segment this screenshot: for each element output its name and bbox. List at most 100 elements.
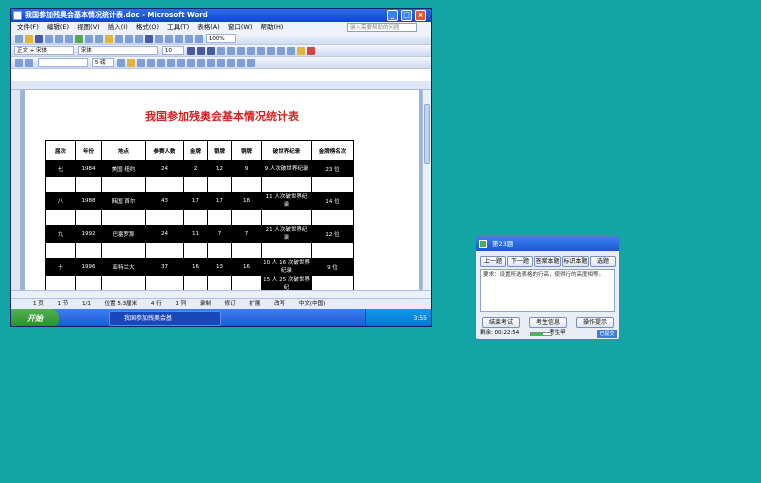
table-cell[interactable]: 9 位	[311, 258, 354, 276]
table-cell[interactable]	[145, 209, 184, 226]
table-cell[interactable]: 16	[183, 258, 208, 276]
status-record[interactable]: 录制	[200, 301, 211, 307]
mark-question-button[interactable]: 标识本题	[562, 256, 589, 267]
table-cell[interactable]: 24	[145, 160, 184, 177]
show-hide-icon[interactable]	[195, 35, 203, 43]
table-cell[interactable]	[231, 242, 262, 259]
table-header-cell[interactable]: 金牌榜名次	[311, 140, 354, 161]
answer-question-button[interactable]: 答案本题	[534, 256, 561, 267]
sort-ascending-icon[interactable]	[226, 59, 235, 67]
table-row[interactable]: 七 1984 美国 纽约 24 2 12 9 9 人次破世界纪录 23 位	[45, 160, 354, 177]
print-preview-icon[interactable]	[65, 35, 73, 43]
sort-descending-icon[interactable]	[236, 59, 245, 67]
justify-icon[interactable]	[266, 47, 275, 55]
insert-table-icon[interactable]	[165, 35, 173, 43]
table-cell[interactable]: 7	[207, 225, 232, 243]
split-cells-icon[interactable]	[166, 59, 175, 67]
table-cell[interactable]: 9	[231, 160, 262, 177]
table-cell[interactable]: 美国 纽约	[101, 160, 146, 177]
table-row[interactable]: 十 1996 亚特兰大 37 16 13 16 10 人 16 次破世界纪录 9 位	[45, 258, 354, 276]
table-cell[interactable]: 亚特兰大	[101, 258, 146, 276]
table-cell[interactable]: 14 位	[311, 192, 354, 210]
candidate-info-button[interactable]: 考生信息	[529, 317, 567, 328]
table-cell[interactable]	[207, 209, 232, 226]
menu-view[interactable]: 视图(V)	[77, 23, 100, 31]
format-painter-icon[interactable]	[115, 35, 123, 43]
table-cell[interactable]: 17	[207, 192, 232, 210]
table-header-cell[interactable]: 参赛人数	[145, 140, 184, 161]
table-cell[interactable]	[231, 209, 262, 226]
table-cell[interactable]	[207, 176, 232, 193]
table-cell[interactable]: 巴塞罗那	[101, 225, 146, 243]
table-cell[interactable]	[75, 209, 102, 226]
table-cell[interactable]: 37	[145, 258, 184, 276]
table-cell[interactable]: 21 人次破世界纪录	[261, 225, 312, 243]
hyperlink-icon[interactable]	[145, 35, 153, 43]
menu-format[interactable]: 格式(O)	[136, 23, 159, 31]
start-button[interactable]: 开始	[11, 309, 59, 326]
table-header-cell[interactable]: 银牌	[207, 140, 232, 161]
menu-tools[interactable]: 工具(T)	[167, 23, 189, 31]
table-cell[interactable]: 12 位	[311, 225, 354, 243]
status-extend[interactable]: 扩展	[249, 301, 260, 307]
paste-icon[interactable]	[105, 35, 113, 43]
align-center-icon[interactable]	[246, 47, 255, 55]
menu-help[interactable]: 帮助(H)	[260, 23, 283, 31]
align-left-icon[interactable]	[236, 47, 245, 55]
select-question-button[interactable]: 选题	[590, 256, 616, 267]
table-cell[interactable]: 9 人次破世界纪录	[261, 160, 312, 177]
char-scale-icon[interactable]	[226, 47, 235, 55]
word-titlebar[interactable]: 我国参加残奥会基本情况统计表.doc - Microsoft Word _ □ …	[11, 9, 431, 22]
table-cell[interactable]: 11	[183, 225, 208, 243]
font-size-select[interactable]: 10	[161, 46, 184, 55]
taskbar-word-item[interactable]: 我国参加残奥会基	[109, 311, 221, 326]
table-cell[interactable]: 九	[45, 225, 76, 243]
vertical-scrollbar[interactable]	[422, 90, 431, 290]
table-cell[interactable]	[311, 209, 354, 226]
menu-insert[interactable]: 插入(I)	[108, 23, 128, 31]
italic-icon[interactable]	[196, 47, 205, 55]
font-select[interactable]: 宋体	[77, 46, 158, 55]
table-cell[interactable]: 24	[145, 225, 184, 243]
insert-table-button-icon[interactable]	[146, 59, 155, 67]
table-cell[interactable]: 1992	[75, 225, 102, 243]
table-cell[interactable]	[101, 176, 146, 193]
underline-icon[interactable]	[206, 47, 215, 55]
permission-icon[interactable]	[45, 35, 53, 43]
table-header-cell[interactable]: 破世界纪录	[261, 140, 312, 161]
vertical-scroll-thumb[interactable]	[424, 104, 430, 164]
distribute-rows-icon[interactable]	[186, 59, 195, 67]
end-exam-button[interactable]: 结束考试	[482, 317, 520, 328]
cell-align-icon[interactable]	[176, 59, 185, 67]
menu-table[interactable]: 表格(A)	[197, 23, 220, 31]
merge-cells-icon[interactable]	[156, 59, 165, 67]
borders-icon[interactable]	[126, 59, 135, 67]
table-header-cell[interactable]: 年份	[75, 140, 102, 161]
table-row[interactable]: 八 1988 韩国 首尔 43 17 17 18 11 人次破世界纪录 14 位	[45, 192, 354, 210]
autoformat-icon[interactable]	[206, 59, 215, 67]
exam-titlebar[interactable]: 第23题	[476, 237, 619, 251]
table-cell[interactable]: 16	[231, 258, 262, 276]
line-style-select[interactable]	[37, 58, 88, 67]
table-cell[interactable]	[183, 209, 208, 226]
table-cell[interactable]	[101, 242, 146, 259]
table-cell[interactable]: 八	[45, 192, 76, 210]
table-cell[interactable]: 23 位	[311, 160, 354, 177]
distribute-columns-icon[interactable]	[196, 59, 205, 67]
eraser-icon[interactable]	[25, 59, 33, 67]
operation-tips-button[interactable]: 操作提示	[576, 317, 614, 328]
table-cell[interactable]	[261, 209, 312, 226]
spelling-icon[interactable]	[75, 35, 83, 43]
table-cell[interactable]	[207, 242, 232, 259]
align-right-icon[interactable]	[256, 47, 265, 55]
document-page[interactable]: 我国参加残奥会基本情况统计表 届次 年份 地点 参赛人数 金牌 银牌 铜牌 破世界纪录 金牌榜名…	[25, 90, 419, 293]
minimize-button[interactable]: _	[387, 10, 398, 21]
table-cell[interactable]: 7	[231, 225, 262, 243]
table-row[interactable]	[45, 209, 354, 226]
table-cell[interactable]: 七	[45, 160, 76, 177]
table-cell[interactable]	[45, 209, 76, 226]
cut-icon[interactable]	[85, 35, 93, 43]
numbering-icon[interactable]	[276, 47, 285, 55]
table-cell[interactable]	[45, 176, 76, 193]
open-icon[interactable]	[25, 35, 33, 43]
